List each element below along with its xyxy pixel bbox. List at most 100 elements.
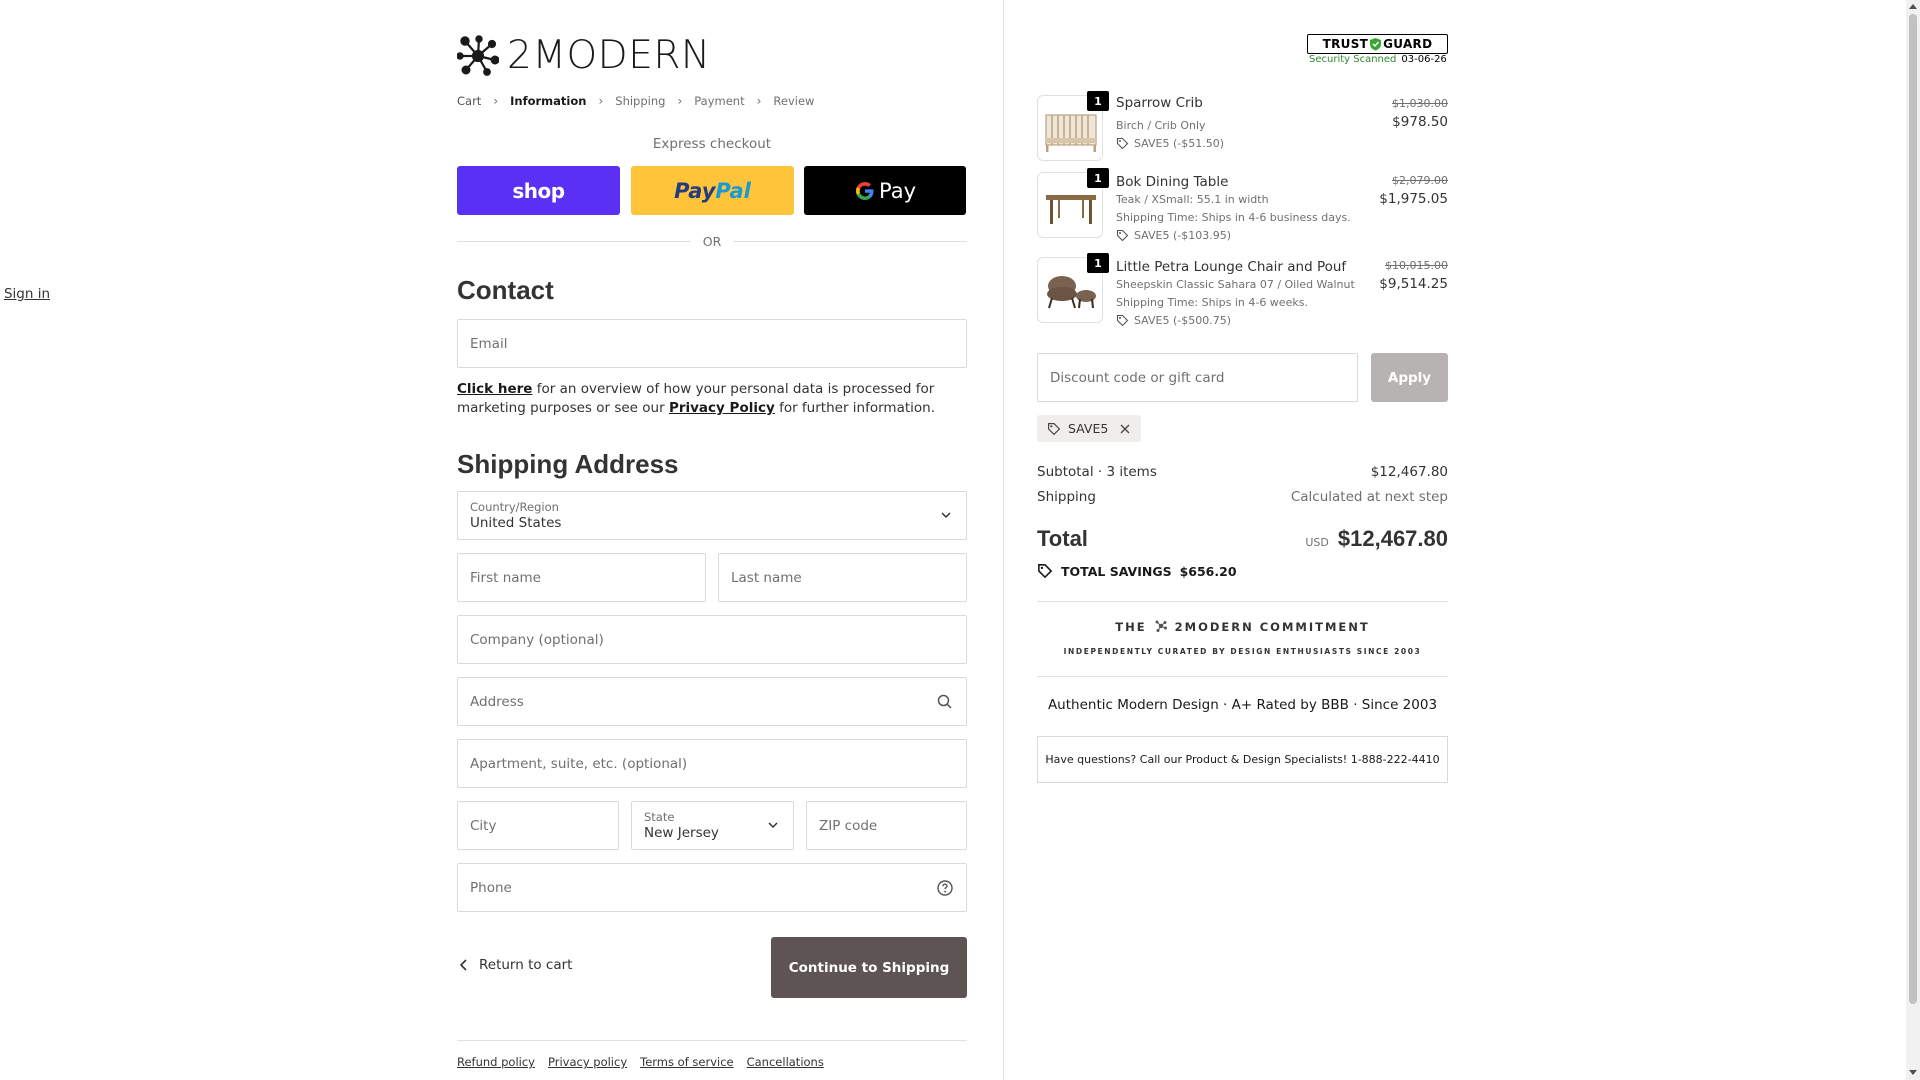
footer-links: Refund policy Privacy policy Terms of se… <box>457 1055 824 1069</box>
subtotal-label: Subtotal · 3 items <box>1037 464 1157 480</box>
apply-discount-button[interactable]: Apply <box>1371 353 1448 402</box>
brand-logo[interactable]: 2MODERN <box>457 34 711 78</box>
product-discount: SAVE5 (-$103.95) <box>1116 229 1231 242</box>
security-scanned-label: Security Scanned <box>1309 54 1397 65</box>
first-name-field[interactable]: First name <box>457 553 706 602</box>
terms-of-service-link[interactable]: Terms of service <box>640 1055 733 1069</box>
product-name: Bok Dining Table <box>1116 174 1229 190</box>
shop-pay-label: shop <box>512 178 565 203</box>
apartment-field[interactable]: Apartment, suite, etc. (optional) <box>457 739 967 788</box>
scroll-up-arrow-icon[interactable] <box>1909 4 1917 9</box>
help-circle-icon[interactable] <box>936 879 954 897</box>
state-label: State <box>644 809 675 824</box>
product-price: $9,514.25 <box>1379 276 1448 292</box>
or-label: OR <box>702 233 722 249</box>
zip-field[interactable]: ZIP code <box>806 801 967 850</box>
search-icon <box>937 694 952 709</box>
support-text: Have questions? Call our Product & Desig… <box>1045 753 1440 766</box>
last-name-placeholder: Last name <box>731 569 802 586</box>
product-shipping-time: Shipping Time: Ships in 4-6 business day… <box>1116 211 1351 224</box>
subtotal-row: Subtotal · 3 items $12,467.80 <box>1037 464 1448 480</box>
cart-item: 1 Little Petra Lounge Chair and Pouf She… <box>1037 253 1448 327</box>
chevron-down-icon <box>941 512 951 519</box>
state-select[interactable]: State New Jersey <box>631 801 794 850</box>
total-amount: USD $12,467.80 <box>1305 526 1448 552</box>
return-to-cart-link[interactable]: Return to cart <box>459 957 572 973</box>
quantity-badge: 1 <box>1087 168 1109 188</box>
subtotal-value: $12,467.80 <box>1370 464 1448 480</box>
shipping-label: Shipping <box>1037 489 1096 505</box>
cart-item: 1 Bok Dining Table Teak / XSmall: 55.1 i… <box>1037 168 1448 242</box>
paypal-label: PayPal <box>674 179 751 203</box>
sign-in-link[interactable]: Sign in <box>4 286 50 302</box>
discount-placeholder: Discount code or gift card <box>1050 369 1225 386</box>
chevron-down-icon <box>768 822 778 829</box>
discount-code-input[interactable]: Discount code or gift card <box>1037 353 1358 402</box>
phone-field[interactable]: Phone <box>457 863 967 912</box>
zip-placeholder: ZIP code <box>819 817 878 834</box>
scrollbar-thumb[interactable] <box>1909 14 1917 1004</box>
scroll-down-arrow-icon[interactable] <box>1909 1070 1917 1075</box>
quantity-badge: 1 <box>1087 253 1109 273</box>
company-field[interactable]: Company (optional) <box>457 615 967 664</box>
city-placeholder: City <box>470 817 497 834</box>
privacy-policy-link[interactable]: Privacy Policy <box>669 400 775 416</box>
trust-guard-brand-a: TRUST <box>1322 37 1369 51</box>
original-price: $10,015.00 <box>1385 259 1448 272</box>
company-placeholder: Company (optional) <box>470 631 604 648</box>
support-banner[interactable]: Have questions? Call our Product & Desig… <box>1037 736 1448 783</box>
google-g-icon <box>855 181 874 200</box>
shop-pay-button[interactable]: shop <box>457 166 620 215</box>
privacy-note: Click here for an overview of how your p… <box>457 380 967 418</box>
brand-tagline: Authentic Modern Design · A+ Rated by BB… <box>1047 697 1438 713</box>
product-variant: Birch / Crib Only <box>1116 119 1206 132</box>
continue-to-shipping-button[interactable]: Continue to Shipping <box>771 937 967 998</box>
state-value: New Jersey <box>644 824 719 841</box>
city-field[interactable]: City <box>457 801 619 850</box>
breadcrumb-review: Review <box>773 94 815 108</box>
chevron-right-icon: › <box>756 94 762 108</box>
last-name-field[interactable]: Last name <box>718 553 967 602</box>
quantity-badge: 1 <box>1087 91 1109 111</box>
footer-divider <box>457 1040 967 1041</box>
currency-code: USD <box>1305 536 1329 549</box>
close-icon[interactable] <box>1119 423 1131 435</box>
express-checkout-label: Express checkout <box>652 136 772 152</box>
commitment-title: THE 2MODERN COMMITMENT <box>1037 620 1448 634</box>
trust-guard-logo: TRUST GUARD <box>1307 34 1448 54</box>
trust-guard-badge[interactable]: TRUST GUARD Security Scanned 03-06-26 <box>1307 34 1448 68</box>
total-value: $12,467.80 <box>1337 526 1448 551</box>
or-divider: OR <box>457 232 967 250</box>
privacy-policy-footer-link[interactable]: Privacy policy <box>548 1055 627 1069</box>
trust-guard-scan: Security Scanned 03-06-26 <box>1309 54 1447 65</box>
chevron-right-icon: › <box>677 94 683 108</box>
tag-icon <box>1116 229 1129 242</box>
cancellations-link[interactable]: Cancellations <box>747 1055 824 1069</box>
commitment-subtitle: INDEPENDENTLY CURATED BY DESIGN ENTHUSIA… <box>1063 647 1422 656</box>
original-price: $1,030.00 <box>1392 97 1448 110</box>
total-savings-value: $656.20 <box>1179 563 1237 579</box>
divider-line <box>457 240 691 242</box>
contact-heading: Contact <box>457 275 554 305</box>
privacy-note-text-2: for further information. <box>774 400 935 416</box>
return-to-cart-label: Return to cart <box>479 957 573 973</box>
country-select[interactable]: Country/Region United States <box>457 491 967 540</box>
apply-label: Apply <box>1387 369 1432 386</box>
click-here-link[interactable]: Click here <box>457 381 532 397</box>
first-name-placeholder: First name <box>470 569 541 586</box>
paypal-label-pay: Pay <box>674 178 716 203</box>
refund-policy-link[interactable]: Refund policy <box>457 1055 535 1069</box>
molecule-small-icon <box>1155 620 1167 632</box>
product-variant: Sheepskin Classic Sahara 07 / Oiled Waln… <box>1116 278 1355 291</box>
google-pay-label: Pay <box>878 178 917 203</box>
google-pay-button[interactable]: Pay <box>804 166 966 215</box>
paypal-button[interactable]: PayPal <box>631 166 794 215</box>
address-field[interactable]: Address <box>457 677 967 726</box>
breadcrumb: Cart › Information › Shipping › Payment … <box>457 94 814 108</box>
breadcrumb-cart[interactable]: Cart <box>457 94 481 108</box>
apartment-placeholder: Apartment, suite, etc. (optional) <box>470 755 688 772</box>
email-field[interactable]: Email <box>457 319 967 368</box>
page-scrollbar[interactable] <box>1906 0 1920 1080</box>
checkout-form-pane: 2MODERN Cart › Information › Shipping › … <box>0 0 1003 1080</box>
shipping-row: Shipping Calculated at next step <box>1037 489 1448 505</box>
